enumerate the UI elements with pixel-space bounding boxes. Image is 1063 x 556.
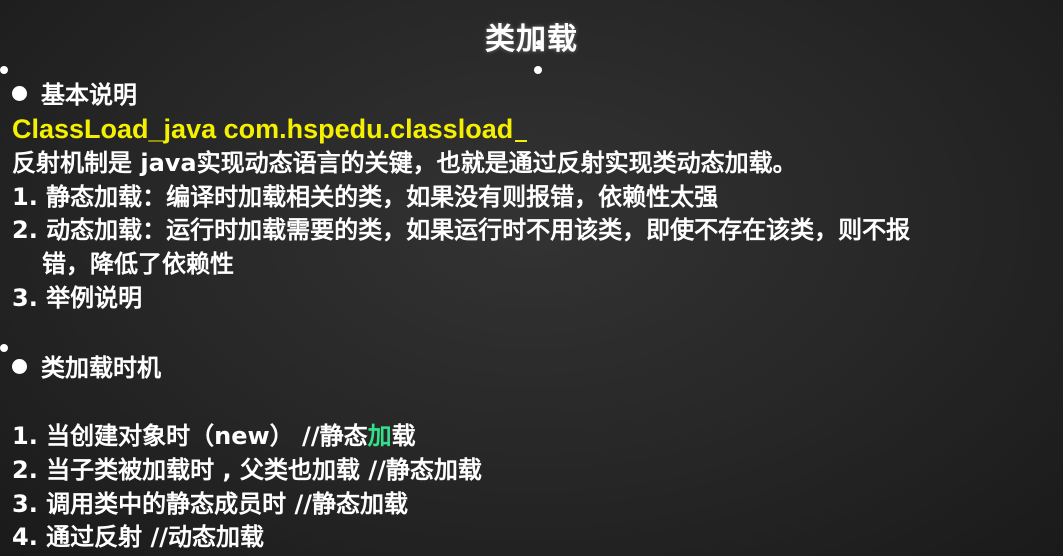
bullet-icon: [12, 86, 27, 101]
list-item-example: 3. 举例说明: [12, 284, 143, 312]
slide-title: 类加载: [485, 22, 578, 57]
list-item-static-loading: 1. 静态加载：编译时加载相关的类，如果没有则报错，依赖性太强: [12, 183, 719, 211]
text-cursor: [515, 140, 528, 142]
selection-handle-left-lower[interactable]: [0, 344, 8, 352]
slide: 类加载 基本说明 ClassLoad_java com.hspedu.class…: [0, 0, 1063, 556]
timing-item-reflection: 4. 通过反射 //动态加载: [12, 523, 265, 551]
section-basic-heading-text: 基本说明: [41, 81, 137, 109]
bullet-icon: [12, 359, 27, 374]
list-item-dynamic-loading-cont: 错，降低了依赖性: [42, 250, 234, 278]
section-timing-heading-text: 类加载时机: [41, 354, 161, 382]
timing-item-new-highlight: 加: [367, 422, 392, 450]
title-cursor-dot: [536, 40, 542, 46]
section-timing-heading: 类加载时机: [12, 353, 161, 383]
selection-handle-left[interactable]: [0, 66, 8, 74]
timing-item-new-prefix: 1. 当创建对象时（new） //静态: [12, 422, 368, 450]
code-line-text[interactable]: ClassLoad_java com.hspedu.classload: [12, 114, 513, 144]
selection-handle-top[interactable]: [534, 66, 542, 74]
section-basic-heading: 基本说明: [12, 80, 137, 110]
timing-item-static-member: 3. 调用类中的静态成员时 //静态加载: [12, 490, 409, 518]
timing-item-new-suffix: 载: [391, 422, 416, 450]
timing-item-new: 1. 当创建对象时（new） //静态加载: [12, 421, 416, 451]
timing-item-subclass: 2. 当子类被加载时 , 父类也加载 //静态加载: [12, 456, 482, 484]
code-line[interactable]: ClassLoad_java com.hspedu.classload: [12, 114, 528, 145]
intro-text: 反射机制是 java实现动态语言的关键，也就是通过反射实现类动态加载。: [12, 149, 797, 177]
list-item-dynamic-loading: 2. 动态加载：运行时加载需要的类，如果运行时不用该类，即使不存在该类，则不报: [12, 216, 911, 244]
